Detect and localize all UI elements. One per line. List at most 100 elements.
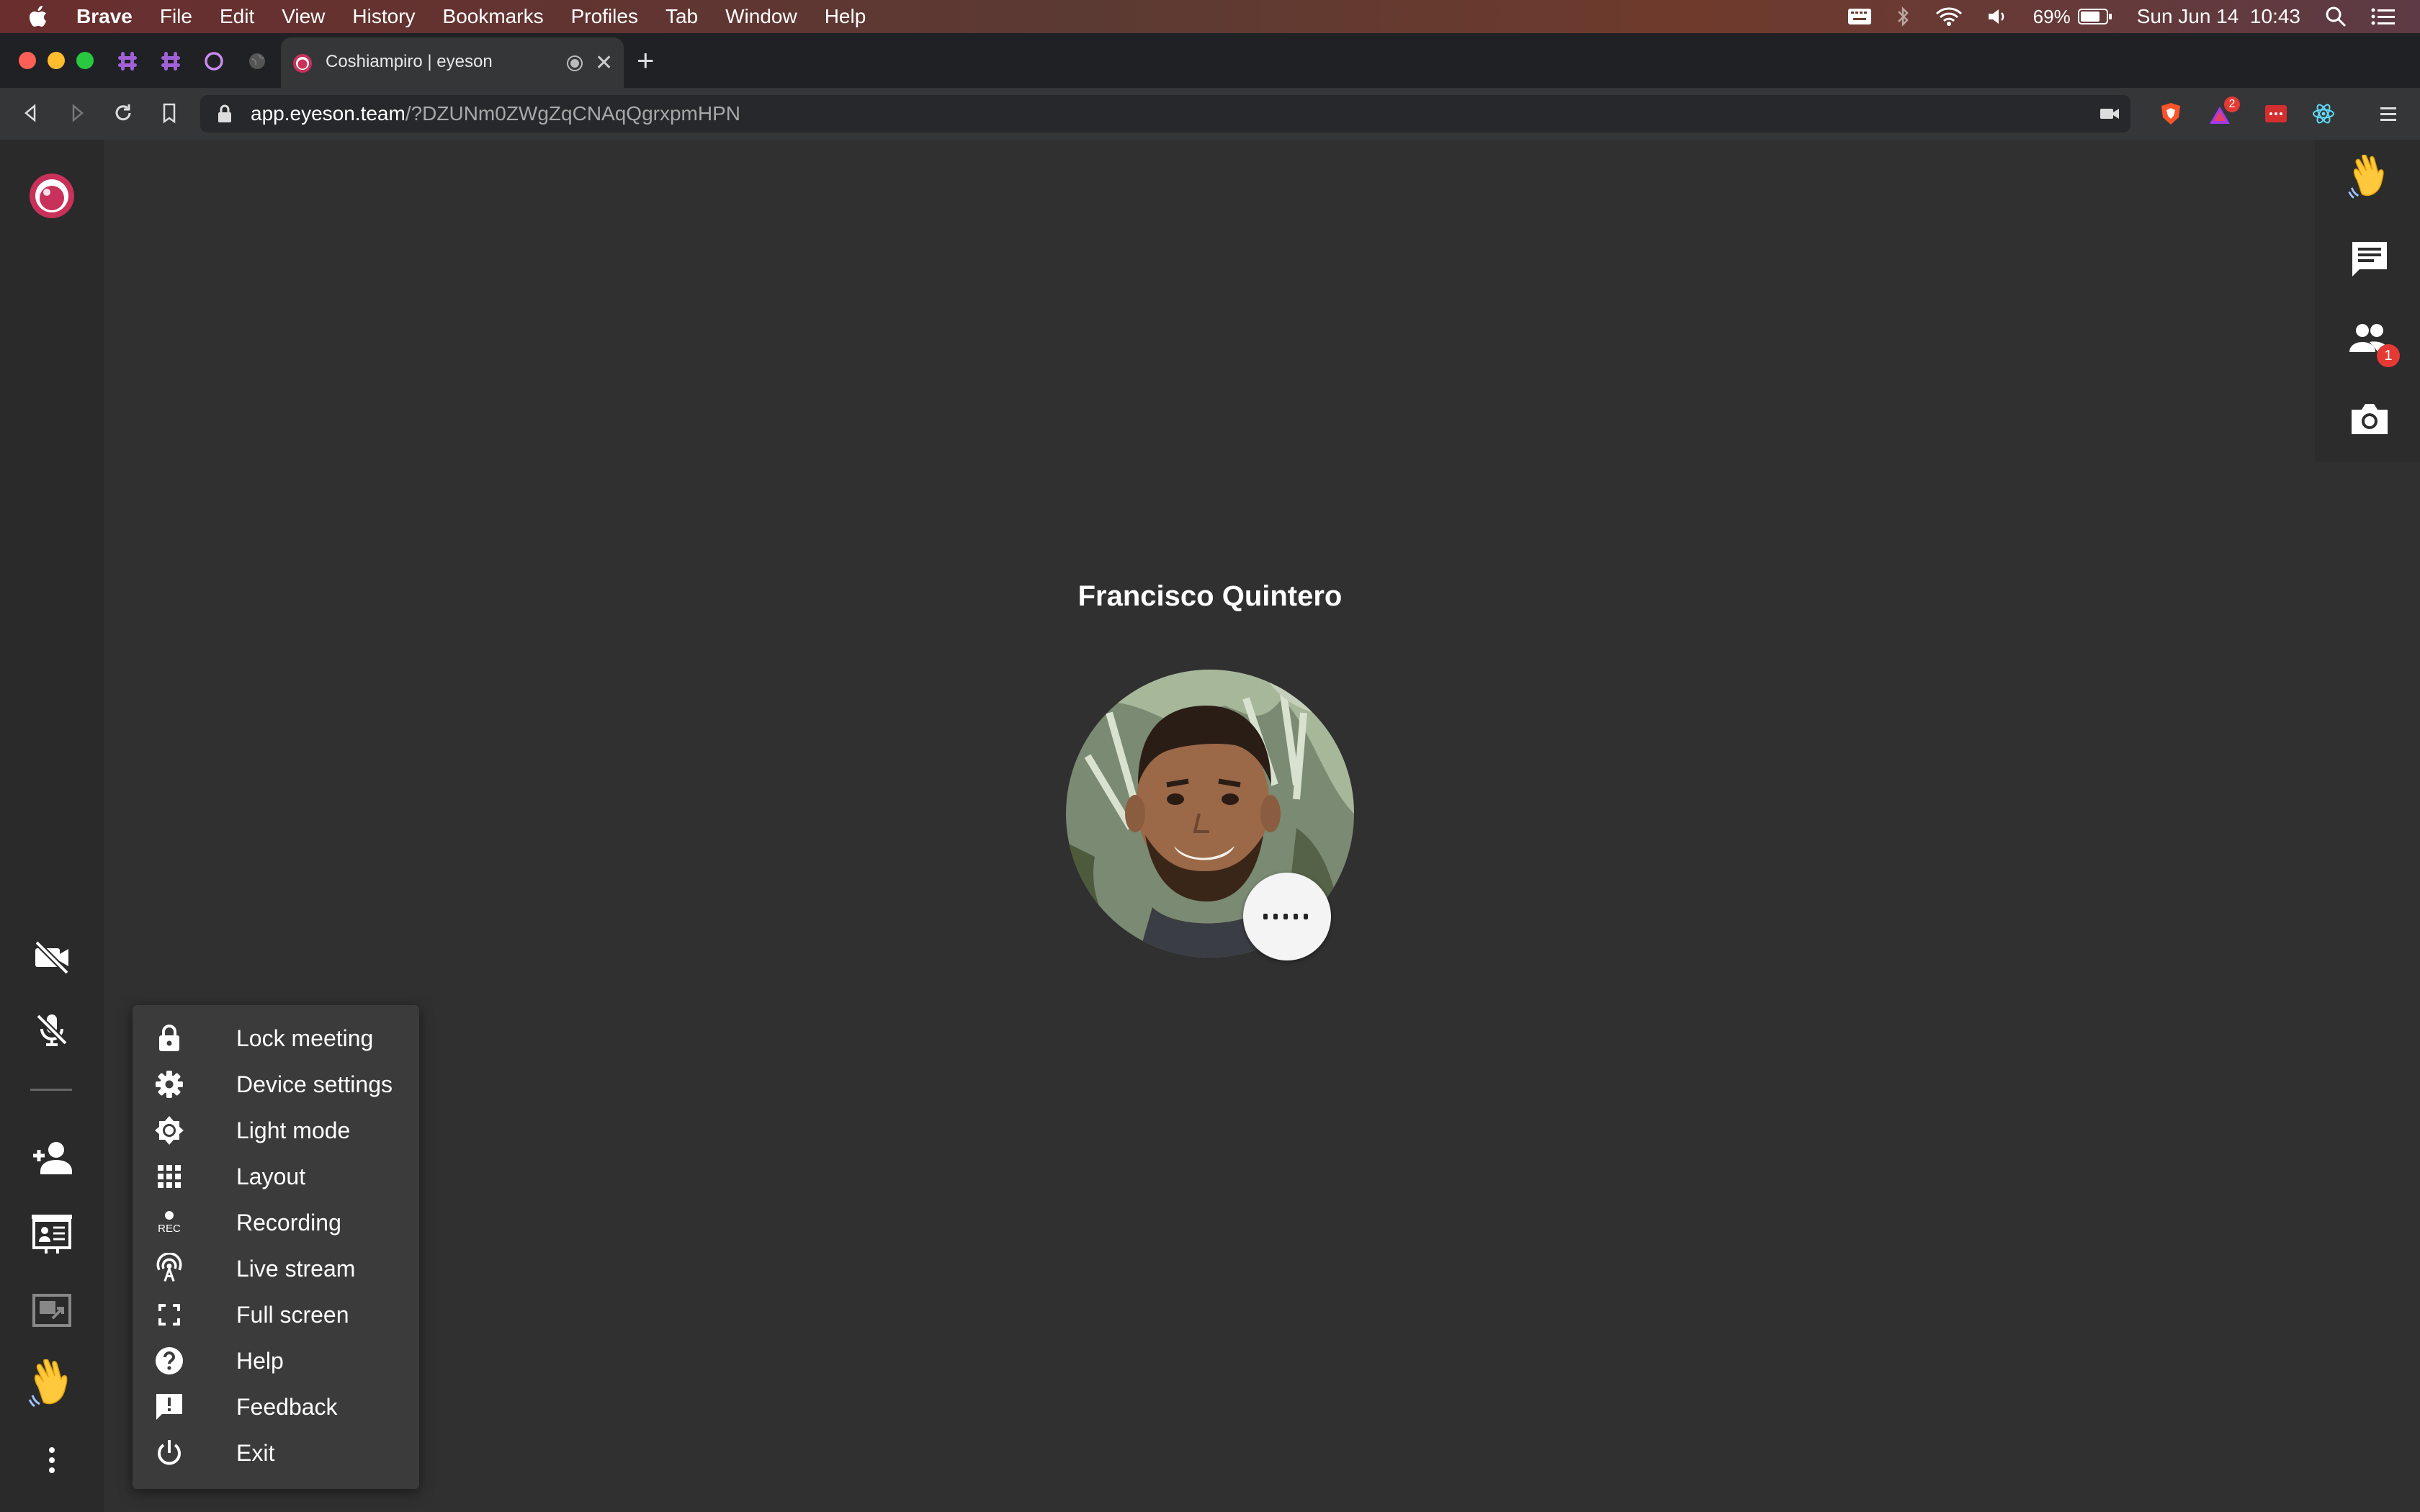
camera-icon [2352, 404, 2388, 434]
screen-share-button[interactable] [26, 1286, 78, 1338]
camera-in-use-icon[interactable] [2099, 104, 2120, 124]
microphone-off-icon [36, 1014, 68, 1046]
forward-icon[interactable] [65, 101, 89, 125]
active-tab[interactable]: Coshiampiro | eyeson ✕ [281, 37, 624, 88]
tab-recording-indicator-icon[interactable] [566, 55, 583, 72]
menu-item-feedback[interactable]: Feedback [133, 1384, 419, 1430]
url-host: app.eyeson.team [251, 102, 405, 125]
help-icon [154, 1346, 184, 1376]
chat-icon [2352, 242, 2387, 276]
camera-off-icon [35, 940, 69, 975]
menu-item-recording[interactable]: REC Recording [133, 1200, 419, 1246]
brightness-icon [154, 1115, 184, 1146]
add-person-icon [33, 1142, 72, 1174]
menu-item-label: Help [236, 1347, 284, 1374]
chat-button[interactable] [2344, 233, 2396, 285]
menu-item-label: Full screen [236, 1301, 349, 1328]
screen-share-icon [32, 1294, 71, 1327]
address-bar[interactable]: app.eyeson.team/?DZUNm0ZWgZqCNAqQgrxpmHP… [200, 95, 2130, 132]
wave-button[interactable] [26, 1359, 78, 1411]
menu-app-name[interactable]: Brave [76, 5, 133, 28]
grid-icon [154, 1161, 184, 1192]
wifi-icon[interactable] [1935, 6, 1963, 27]
more-vertical-icon [49, 1447, 55, 1473]
participants-button[interactable]: 1 [2344, 312, 2400, 367]
react-devtools-icon[interactable] [2311, 101, 2336, 127]
window-minimize-button[interactable] [48, 52, 65, 69]
url-path: /?DZUNm0ZWgZqCNAqQgrxpmHPN [405, 102, 740, 125]
menu-item-label: Feedback [236, 1393, 338, 1420]
microphone-toggle-button[interactable] [26, 1004, 78, 1056]
menu-item-lock-meeting[interactable]: Lock meeting [133, 1015, 419, 1061]
back-icon[interactable] [19, 101, 43, 125]
reactions-button[interactable] [2344, 153, 2396, 204]
control-center-icon[interactable] [2371, 7, 2396, 26]
pinned-tab-slack-icon-2[interactable] [160, 50, 182, 72]
rec-dot [165, 1210, 174, 1220]
menu-item-layout[interactable]: Layout [133, 1153, 419, 1200]
menu-window[interactable]: Window [725, 5, 797, 28]
tab-title: Coshiampiro | eyeson [326, 52, 493, 71]
menu-edit[interactable]: Edit [220, 5, 254, 28]
invite-participant-button[interactable] [26, 1132, 78, 1184]
eyeson-logo[interactable] [26, 170, 78, 222]
menu-item-light-mode[interactable]: Light mode [133, 1107, 419, 1153]
menu-history[interactable]: History [352, 5, 415, 28]
menu-item-help[interactable]: Help [133, 1338, 419, 1384]
lock-icon[interactable] [216, 104, 233, 124]
url-text[interactable]: app.eyeson.team/?DZUNm0ZWgZqCNAqQgrxpmHP… [251, 102, 740, 125]
menu-item-label: Live stream [236, 1255, 356, 1282]
battery-icon[interactable] [2077, 8, 2112, 25]
snapshot-button[interactable] [2344, 393, 2396, 445]
eyeson-logo-icon [30, 174, 74, 218]
bookmark-icon[interactable] [157, 101, 182, 125]
fullscreen-icon [154, 1300, 184, 1330]
participant-name: Francisco Quintero [1077, 580, 1343, 612]
window-zoom-button[interactable] [76, 52, 94, 69]
menu-item-live-stream[interactable]: Live stream [133, 1246, 419, 1292]
menu-item-label: Recording [236, 1209, 341, 1236]
waving-hand-icon [2348, 155, 2384, 199]
pinned-tab-circle-icon[interactable] [203, 50, 225, 72]
options-menu: Lock meeting Device settings Light mode … [133, 1005, 419, 1489]
camera-toggle-button[interactable] [26, 932, 78, 984]
right-panel: 1 [2315, 140, 2420, 462]
tab-close-icon[interactable]: ✕ [595, 50, 613, 76]
menu-item-exit[interactable]: Exit [133, 1430, 419, 1476]
rec-icon: REC [154, 1207, 184, 1238]
pinned-tab-globe-icon[interactable] [246, 50, 268, 72]
presentation-button[interactable] [26, 1208, 78, 1260]
menu-tab[interactable]: Tab [666, 5, 698, 28]
menu-file[interactable]: File [160, 5, 192, 28]
menu-item-label: Light mode [236, 1117, 351, 1143]
sidebar-divider [30, 1089, 72, 1091]
clock[interactable]: Sun Jun 14 10:43 [2137, 5, 2300, 28]
rec-icon-text: REC [158, 1222, 181, 1235]
volume-icon[interactable] [1987, 7, 2009, 26]
menu-view[interactable]: View [282, 5, 325, 28]
menu-bookmarks[interactable]: Bookmarks [443, 5, 544, 28]
reload-icon[interactable] [111, 101, 135, 125]
extension-password-manager-icon[interactable] [2263, 101, 2289, 127]
window-close-button[interactable] [19, 52, 36, 69]
menu-item-label: Layout [236, 1163, 306, 1189]
new-tab-button[interactable]: + [637, 43, 655, 78]
spotlight-search-icon[interactable] [2325, 6, 2347, 27]
gear-icon [154, 1069, 184, 1099]
waving-hand-icon [28, 1359, 68, 1408]
brave-rewards-badge: 2 [2224, 96, 2240, 112]
audio-level-dots-icon [1263, 914, 1308, 919]
menu-item-full-screen[interactable]: Full screen [133, 1292, 419, 1338]
pinned-tab-slack-icon[interactable] [117, 50, 138, 72]
menu-item-device-settings[interactable]: Device settings [133, 1061, 419, 1107]
menu-profiles[interactable]: Profiles [571, 5, 638, 28]
brave-shields-icon[interactable] [2158, 101, 2184, 127]
browser-menu-icon[interactable] [2375, 101, 2401, 127]
bluetooth-icon[interactable] [1896, 6, 1911, 27]
keyboard-icon[interactable] [1847, 7, 1872, 26]
broadcast-icon [154, 1253, 184, 1284]
apple-icon[interactable] [29, 6, 48, 27]
menu-help[interactable]: Help [825, 5, 866, 28]
battery-percent: 69% [2033, 5, 2071, 27]
more-options-button[interactable] [26, 1434, 78, 1486]
